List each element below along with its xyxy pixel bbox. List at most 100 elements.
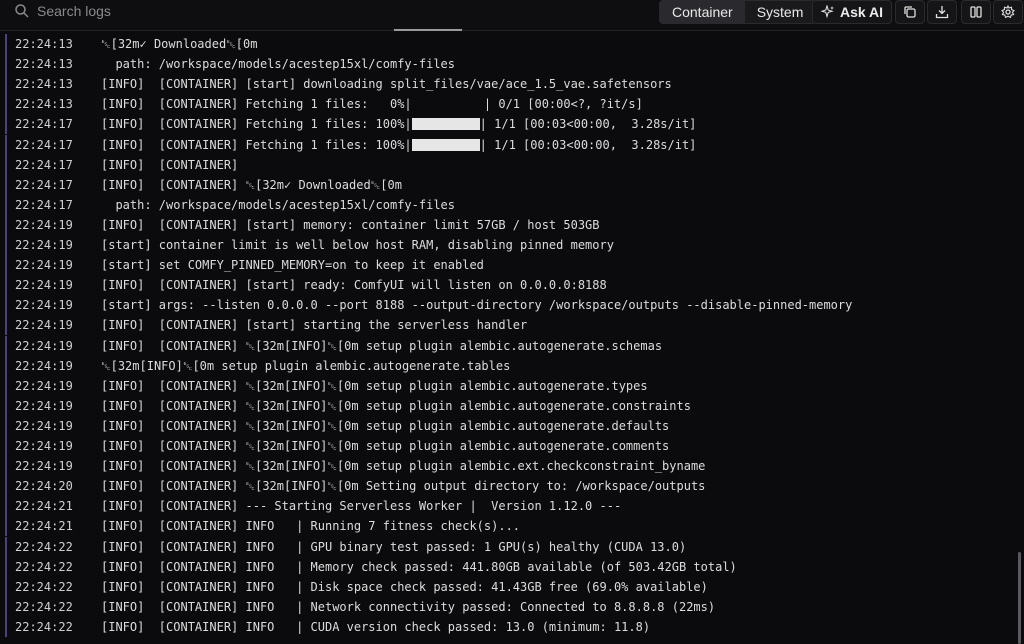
log-message: [INFO] [CONTAINER] [101,155,238,175]
log-row: 22:24:19 [INFO] [CONTAINER] ␛[32m[INFO]␛[… [0,415,1016,436]
log-message: [start] container limit is well below ho… [101,235,614,255]
scrollbar-thumb[interactable] [1018,552,1021,644]
log-message-text: [start] set COMFY_PINNED_MEMORY=on to ke… [101,258,484,273]
log-row: 22:24:19 [INFO] [CONTAINER] [start] ready… [0,275,1016,296]
log-message-text: [INFO] [CONTAINER] ␛[32m[INFO]␛[0m setup… [101,439,670,453]
log-message-text: [INFO] [CONTAINER] ␛[32m[INFO]␛[0m setup… [101,338,663,353]
log-timestamp: 22:24:19 [15,378,73,393]
log-message-text: [INFO] [CONTAINER] Fetching 1 files: 100… [101,137,412,152]
log-message: [INFO] [CONTAINER] [start] starting the … [101,315,527,335]
log-message: [INFO] [CONTAINER] ␛[32m[INFO]␛[0m setup… [101,436,669,456]
log-row: 22:24:19 [INFO] [CONTAINER] [start] memor… [0,214,1016,235]
log-level-bar [5,214,7,235]
log-level-bar [5,54,7,75]
log-level-bar [5,34,7,55]
progress-bar [411,138,480,151]
copy-button[interactable] [895,0,925,24]
download-button[interactable] [927,0,957,24]
log-message: [INFO] [CONTAINER] Fetching 1 files: 100… [101,114,696,134]
log-timestamp: 22:24:13 [15,37,73,51]
log-row: 22:24:22 [INFO] [CONTAINER] INFO | CUDA v… [0,616,1016,637]
log-timestamp: 22:24:19 [15,459,73,474]
log-message: path: /workspace/models/acestep15xl/comf… [101,195,455,215]
log-row: 22:24:19 [start] set COMFY_PINNED_MEMORY=… [0,255,1016,276]
columns-button[interactable] [961,0,991,24]
log-message: [INFO] [CONTAINER] Fetching 1 files: 100… [101,135,696,155]
log-level-bar [5,315,7,336]
log-row: 22:24:17 [INFO] [CONTAINER] Fetching 1 fi… [0,114,1016,135]
log-message-text: [INFO] [CONTAINER] [start] downloading s… [101,77,672,92]
log-message-text: [INFO] [CONTAINER] --- Starting Serverle… [101,499,622,514]
log-message: [INFO] [CONTAINER] [start] downloading s… [101,74,672,94]
log-message-text: [INFO] [CONTAINER] ␛[32m[INFO]␛[0m setup… [101,378,648,393]
log-timestamp: 22:24:22 [15,619,73,634]
search-input[interactable] [35,0,650,22]
log-level-bar [5,375,7,396]
log-message: [INFO] [CONTAINER] INFO | Running 7 fitn… [101,516,520,536]
log-level-bar [5,596,7,617]
log-level-bar [5,74,7,95]
log-timestamp: 22:24:17 [15,157,73,172]
log-row: 22:24:21 [INFO] [CONTAINER] --- Starting … [0,496,1016,517]
log-viewer[interactable]: 22:24:13 ␛[32m✓ Downloaded␛[0m 22:24:13 pa… [0,34,1016,644]
log-message: [INFO] [CONTAINER] [start] ready: ComfyU… [101,275,607,295]
log-message-text: [INFO] [CONTAINER] [101,157,239,172]
log-timestamp: 22:24:19 [15,338,73,353]
settings-button[interactable] [993,0,1023,24]
log-row: 22:24:19 [INFO] [CONTAINER] ␛[32m[INFO]␛[… [0,456,1016,477]
log-timestamp: 22:24:13 [15,97,73,112]
log-level-bar [5,576,7,597]
log-level-bar [5,415,7,436]
log-message: [INFO] [CONTAINER] ␛[32m✓ Downloaded␛[0m [101,175,402,195]
tab-container[interactable]: Container [660,1,745,23]
log-level-bar [5,476,7,497]
download-icon [935,6,949,19]
log-message-text: [start] container limit is well below ho… [101,238,614,252]
log-message-text: [INFO] [CONTAINER] INFO | Running 7 fitn… [101,519,521,534]
log-timestamp: 22:24:22 [15,559,73,574]
log-row: 22:24:13 ␛[32m✓ Downloaded␛[0m [0,34,1016,55]
progress-bar [411,118,480,131]
log-message-text: [INFO] [CONTAINER] [start] starting the … [101,318,528,333]
log-timestamp: 22:24:19 [15,258,73,273]
log-level-bar [5,295,7,316]
tab-system[interactable]: System [745,1,816,23]
active-tab-indicator [394,29,462,31]
log-timestamp: 22:24:21 [15,499,73,514]
log-level-bar [5,556,7,577]
log-row: 22:24:13 [INFO] [CONTAINER] Fetching 1 fi… [0,94,1016,115]
log-row: 22:24:22 [INFO] [CONTAINER] INFO | Memory… [0,556,1016,577]
log-message: [INFO] [CONTAINER] INFO | Disk space che… [101,577,708,597]
log-timestamp: 22:24:22 [15,579,73,594]
log-message: [INFO] [CONTAINER] [start] memory: conta… [101,215,600,235]
columns-icon [970,6,982,18]
log-level-bar [5,154,7,175]
log-level-bar [5,134,7,155]
log-message-text: [start] args: --listen 0.0.0.0 --port 81… [101,298,853,313]
log-timestamp: 22:24:19 [15,439,73,453]
log-message-suffix: | 1/1 [00:03<00:00, 3.28s/it] [479,137,697,152]
log-row: 22:24:19 [start] container limit is well … [0,235,1016,256]
log-message: ␛[32m[INFO]␛[0m setup plugin alembic.aut… [101,356,510,376]
log-level-bar [5,335,7,356]
log-level-bar [5,496,7,517]
log-message-text: [INFO] [CONTAINER] INFO | Network connec… [101,599,716,614]
log-row: 22:24:19 [INFO] [CONTAINER] ␛[32m[INFO]␛[… [0,375,1016,396]
log-level-bar [5,275,7,296]
log-row: 22:24:17 path: /workspace/models/acestep… [0,194,1016,215]
log-row: 22:24:19 [INFO] [CONTAINER] ␛[32m[INFO]␛[… [0,335,1016,356]
search-icon [15,4,29,18]
log-timestamp: 22:24:13 [15,57,73,72]
log-message: [INFO] [CONTAINER] ␛[32m[INFO]␛[0m setup… [101,376,648,396]
log-message-text: [INFO] [CONTAINER] INFO | Disk space che… [101,579,708,594]
log-row: 22:24:21 [INFO] [CONTAINER] INFO | Runnin… [0,516,1016,537]
ask-ai-button[interactable]: Ask AI [812,0,892,24]
log-row: 22:24:22 [INFO] [CONTAINER] INFO | GPU bi… [0,536,1016,557]
log-timestamp: 22:24:19 [15,298,73,313]
log-level-bar [5,114,7,135]
log-level-bar [5,94,7,115]
log-row: 22:24:19 [INFO] [CONTAINER] [start] start… [0,315,1016,336]
log-timestamp: 22:24:17 [15,197,73,212]
log-row: 22:24:19 ␛[32m[INFO]␛[0m setup plugin ale… [0,355,1016,376]
search-box[interactable] [0,0,650,22]
